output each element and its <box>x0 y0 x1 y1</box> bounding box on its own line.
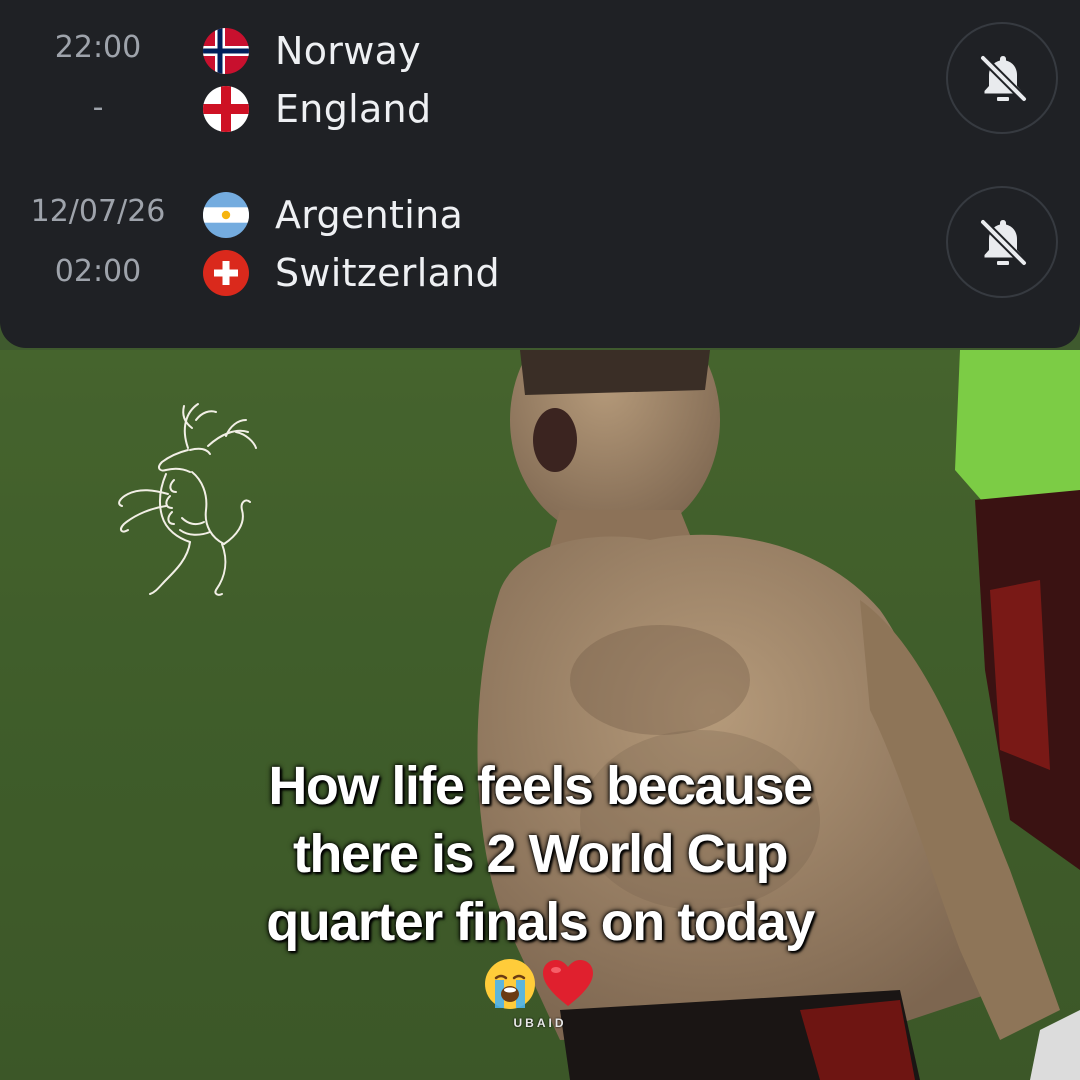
caption-emojis <box>482 956 602 1012</box>
england-flag-icon <box>203 86 249 132</box>
caption-line: quarter finals on today <box>266 892 815 952</box>
match-time: 12/07/26 02:00 <box>18 184 178 304</box>
team-name-away: Switzerland <box>275 251 500 295</box>
team-name-away: England <box>275 87 432 131</box>
away-team: Switzerland <box>203 248 803 298</box>
away-team: England <box>203 84 803 134</box>
team-name-home: Argentina <box>275 193 464 237</box>
match-time-secondary: 02:00 <box>54 254 142 289</box>
switzerland-flag-icon <box>203 250 249 296</box>
match-row-norway-england[interactable]: 22:00 - Norway England <box>0 20 1080 140</box>
norway-flag-icon <box>203 28 249 74</box>
video-caption: How life feels because there is 2 World … <box>190 752 890 956</box>
notification-toggle-button[interactable] <box>946 186 1058 298</box>
rampant-stag-logo <box>118 403 257 596</box>
match-date: 12/07/26 <box>30 194 166 229</box>
bell-off-icon <box>979 54 1028 103</box>
bell-off-icon <box>979 218 1028 267</box>
caption-line: How life feels because <box>268 756 813 816</box>
caption-line: there is 2 World Cup <box>292 824 789 884</box>
notification-toggle-button[interactable] <box>946 22 1058 134</box>
red-heart-icon <box>543 960 593 1006</box>
watermark-text: UBAID <box>513 1016 567 1030</box>
home-team: Argentina <box>203 190 803 240</box>
team-name-home: Norway <box>275 29 421 73</box>
home-team: Norway <box>203 26 803 76</box>
argentina-flag-icon <box>203 192 249 238</box>
match-row-argentina-switzerland[interactable]: 12/07/26 02:00 Argentina Switzerland <box>0 184 1080 304</box>
match-time: 22:00 - <box>18 20 178 140</box>
match-time-secondary: - <box>92 90 104 125</box>
loudly-crying-face-icon <box>485 959 535 1009</box>
match-schedule-panel: 22:00 - Norway England 12/07/26 02:00 Ar… <box>0 0 1080 348</box>
video-frame[interactable]: How life feels because there is 2 World … <box>0 350 1080 1080</box>
match-time-primary: 22:00 <box>54 30 142 65</box>
